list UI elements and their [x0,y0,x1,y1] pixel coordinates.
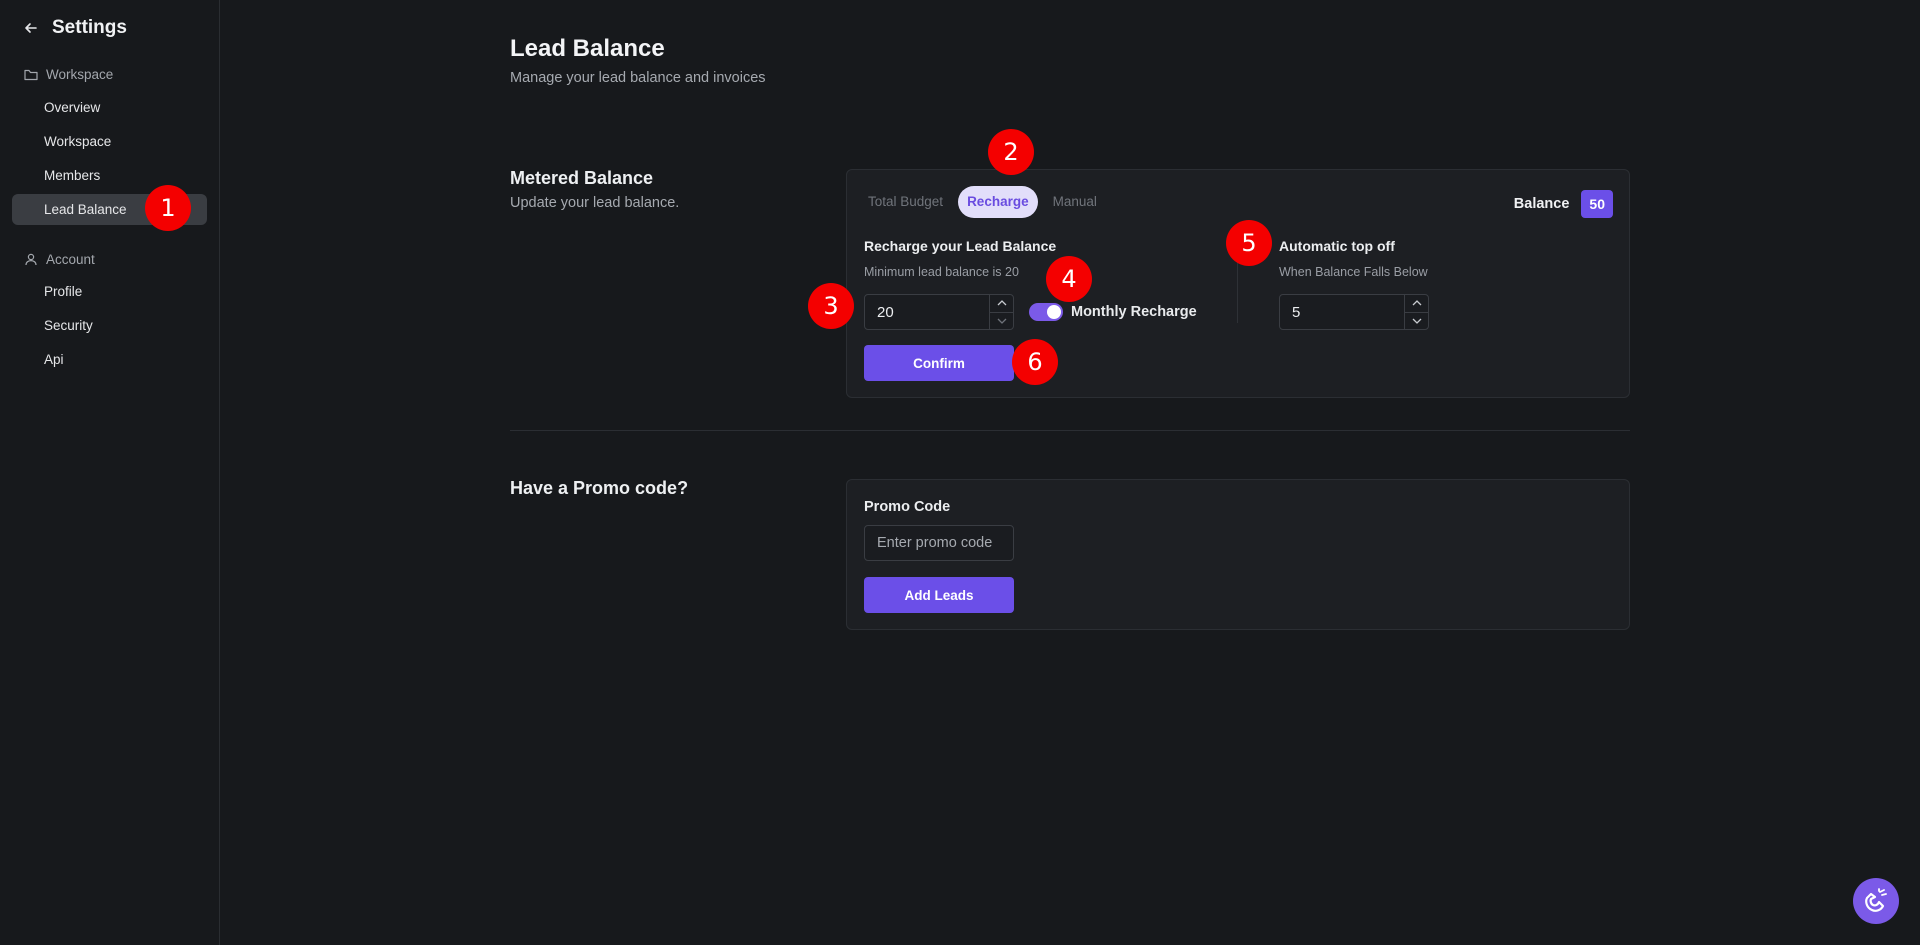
sidebar-item-workspace[interactable]: Workspace [12,126,207,157]
annotation-marker-4: 4 [1046,256,1092,302]
annotation-marker-2: 2 [988,129,1034,175]
topoff-title: Automatic top off [1279,238,1395,254]
section-label-account: Account [24,252,95,267]
sidebar-title: Settings [52,17,127,38]
annotation-marker-6: 6 [1012,339,1058,385]
section-label-text: Account [46,252,95,267]
promo-code-label: Promo Code [864,499,951,515]
topoff-threshold-input[interactable] [1280,295,1404,329]
tab-recharge[interactable]: Recharge [958,186,1038,218]
section-divider [510,430,1630,431]
sidebar-item-security[interactable]: Security [12,310,207,341]
magnet-icon[interactable] [1853,878,1899,924]
add-leads-button[interactable]: Add Leads [864,577,1014,613]
recharge-amount-input[interactable] [865,295,989,329]
monthly-recharge-toggle[interactable] [1029,303,1063,321]
user-icon [24,253,38,267]
monthly-recharge-toggle-wrap: Monthly Recharge [1029,303,1197,321]
annotation-marker-1: 1 [145,185,191,231]
promo-card: Promo Code Add Leads [846,479,1630,630]
sidebar-item-overview[interactable]: Overview [12,92,207,123]
chevron-up-icon[interactable] [1405,295,1428,312]
section-label-workspace: Workspace [24,67,113,82]
promo-code-input[interactable] [864,525,1014,561]
chevron-down-icon[interactable] [990,311,1013,330]
sidebar-header: Settings [22,16,127,40]
annotation-marker-5: 5 [1226,220,1272,266]
section-label-text: Workspace [46,67,114,82]
tab-total-budget[interactable]: Total Budget [859,186,952,218]
toggle-knob [1047,305,1061,319]
monthly-recharge-label: Monthly Recharge [1071,304,1197,320]
metered-balance-title: Metered Balance [510,168,654,188]
column-divider [1237,255,1238,323]
metered-balance-card: Total Budget Recharge Manual Balance 50 … [846,169,1630,398]
balance-label: Balance [1513,196,1570,212]
sidebar-item-profile[interactable]: Profile [12,276,207,307]
chevron-down-icon[interactable] [1405,311,1428,330]
promo-title: Have a Promo code? [510,478,689,498]
confirm-button[interactable]: Confirm [864,345,1014,381]
topoff-stepper-controls [1404,295,1428,329]
metered-balance-description: Update your lead balance. [510,195,680,211]
page-title: Lead Balance [510,35,665,62]
annotation-marker-3: 3 [808,283,854,329]
topoff-threshold-stepper[interactable] [1279,294,1429,330]
recharge-hint: Minimum lead balance is 20 [864,265,1019,279]
arrow-left-icon[interactable] [22,19,40,37]
sidebar: Settings Workspace Overview Workspace Me… [0,0,220,945]
topoff-hint: When Balance Falls Below [1279,265,1428,279]
balance-display: Balance 50 [1514,190,1613,218]
balance-tabs: Total Budget Recharge Manual [859,186,1112,218]
recharge-title: Recharge your Lead Balance [864,238,1057,254]
recharge-stepper-controls [989,295,1013,329]
folder-icon [24,68,38,82]
chevron-up-icon[interactable] [990,295,1013,312]
tab-manual[interactable]: Manual [1044,186,1106,218]
sidebar-item-api[interactable]: Api [12,344,207,375]
recharge-amount-stepper[interactable] [864,294,1014,330]
page-subtitle: Manage your lead balance and invoices [510,70,766,86]
balance-badge: 50 [1581,190,1613,218]
